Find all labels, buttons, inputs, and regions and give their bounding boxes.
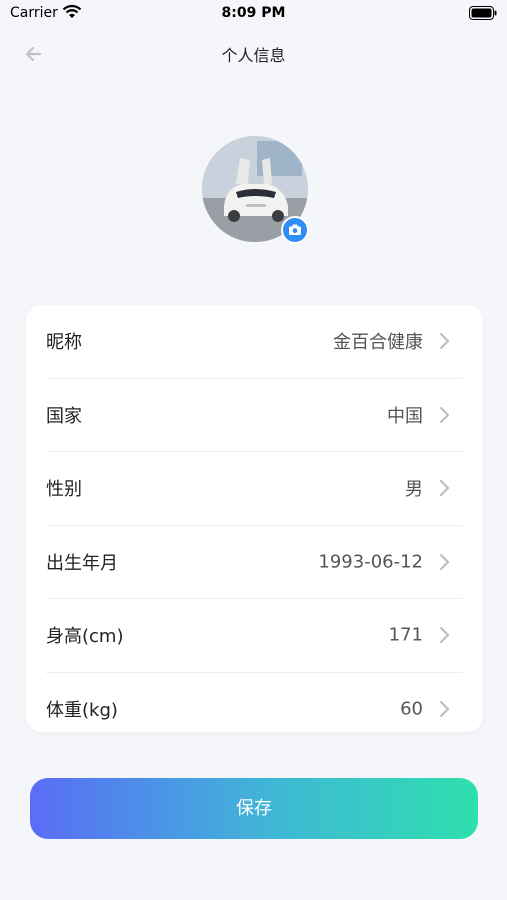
row-label: 昵称 bbox=[46, 332, 82, 354]
chevron-right-icon bbox=[437, 331, 451, 351]
profile-info-card: 昵称 金百合健康 国家 中国 性别 男 出生年月 1993-06-12 身高(c… bbox=[26, 305, 483, 732]
row-birthdate[interactable]: 出生年月 1993-06-12 bbox=[46, 526, 463, 599]
camera-icon[interactable] bbox=[281, 216, 309, 244]
save-button[interactable]: 保存 bbox=[30, 778, 478, 839]
chevron-right-icon bbox=[437, 478, 451, 498]
row-value: 金百合健康 bbox=[333, 332, 423, 354]
row-value: 男 bbox=[405, 479, 423, 501]
avatar-section bbox=[202, 136, 309, 244]
row-height[interactable]: 身高(cm) 171 bbox=[46, 599, 463, 673]
row-value: 171 bbox=[388, 624, 423, 646]
page-title: 个人信息 bbox=[221, 46, 286, 65]
row-value: 60 bbox=[400, 698, 423, 720]
status-time: 8:09 PM bbox=[221, 5, 286, 21]
row-country[interactable]: 国家 中国 bbox=[46, 379, 463, 452]
row-weight[interactable]: 体重(kg) 60 bbox=[46, 673, 463, 747]
chevron-right-icon bbox=[437, 625, 451, 645]
battery-icon bbox=[469, 6, 497, 24]
row-label: 出生年月 bbox=[46, 552, 118, 574]
chevron-right-icon bbox=[437, 552, 451, 572]
row-label: 国家 bbox=[46, 405, 82, 427]
row-value: 中国 bbox=[387, 405, 423, 427]
row-value: 1993-06-12 bbox=[318, 551, 423, 573]
row-gender[interactable]: 性别 男 bbox=[46, 452, 463, 526]
nav-bar: 个人信息 bbox=[0, 28, 507, 78]
chevron-right-icon bbox=[437, 405, 451, 425]
row-label: 体重(kg) bbox=[46, 700, 118, 722]
chevron-right-icon bbox=[437, 699, 451, 719]
row-label: 性别 bbox=[46, 479, 82, 501]
row-label: 身高(cm) bbox=[46, 626, 124, 648]
status-bar: Carrier 8:09 PM bbox=[0, 0, 507, 28]
row-nickname[interactable]: 昵称 金百合健康 bbox=[46, 305, 463, 379]
